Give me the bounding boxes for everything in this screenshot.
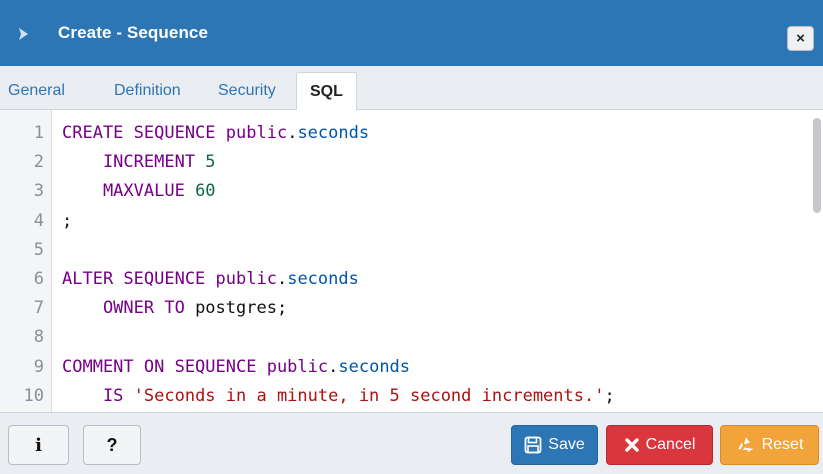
code-text: IS 'Seconds in a minute, in 5 second inc… bbox=[62, 381, 615, 411]
line-number: 10 bbox=[23, 385, 44, 406]
code-token: public bbox=[215, 269, 277, 289]
floppy-disk-icon bbox=[524, 436, 542, 454]
line-number: 6 bbox=[33, 269, 44, 289]
x-icon bbox=[624, 438, 639, 452]
close-button[interactable]: × bbox=[787, 26, 814, 51]
cancel-label: Cancel bbox=[645, 436, 696, 453]
line-number: 2 bbox=[33, 152, 44, 173]
code-text: ALTER SEQUENCE public.seconds bbox=[62, 264, 359, 294]
line-number: 4 bbox=[33, 210, 44, 231]
line-number: 5 bbox=[33, 239, 44, 260]
save-button[interactable]: Save bbox=[511, 425, 598, 465]
code-token: 'Seconds in a minute, in 5 second increm… bbox=[133, 385, 605, 406]
recycle-icon bbox=[738, 437, 754, 453]
line-number: 9 bbox=[33, 356, 44, 377]
save-label: Save bbox=[548, 436, 585, 453]
code-text: CREATE SEQUENCE public.seconds bbox=[62, 118, 369, 148]
code-token: seconds bbox=[287, 269, 359, 289]
code-token: seconds bbox=[338, 356, 411, 377]
code-token: seconds bbox=[297, 123, 370, 143]
code-token: ALTER SEQUENCE bbox=[62, 269, 216, 289]
tab-sql[interactable]: SQL bbox=[296, 72, 357, 111]
create-sequence-dialog: Create - Sequence × General Definition S… bbox=[0, 0, 823, 474]
line-number: 7 bbox=[33, 298, 44, 319]
close-icon: × bbox=[796, 30, 805, 47]
help-icon: ? bbox=[106, 434, 118, 455]
code-token: ; bbox=[62, 210, 73, 231]
code-token: OWNER TO bbox=[62, 298, 196, 319]
code-token: CREATE SEQUENCE bbox=[62, 123, 226, 143]
line-number: 1 bbox=[33, 123, 44, 143]
code-text: COMMENT ON SEQUENCE public.seconds bbox=[62, 352, 410, 382]
line-number: 3 bbox=[33, 181, 44, 202]
code-token: COMMENT ON SEQUENCE bbox=[62, 356, 267, 377]
reset-label: Reset bbox=[761, 436, 804, 453]
code-token: . bbox=[287, 123, 298, 143]
code-text: MAXVALUE 60 bbox=[62, 176, 216, 206]
reset-button[interactable]: Reset bbox=[720, 425, 819, 465]
line-number: 8 bbox=[33, 327, 44, 348]
tab-general[interactable]: General bbox=[8, 72, 65, 110]
dialog-footer: i ? Save Cancel Reset bbox=[0, 412, 823, 474]
code-text: INCREMENT 5 bbox=[62, 147, 216, 177]
code-text: OWNER TO postgres; bbox=[62, 293, 287, 323]
help-button[interactable]: ? bbox=[83, 425, 141, 465]
code-token: public bbox=[266, 356, 329, 377]
sql-code-editor[interactable]: 1 CREATE SEQUENCE public.seconds 2 INCREME… bbox=[0, 110, 823, 412]
info-button[interactable]: i bbox=[8, 425, 69, 465]
code-token: 5 bbox=[205, 152, 216, 173]
code-token: INCREMENT bbox=[62, 152, 206, 173]
info-icon: i bbox=[35, 434, 42, 456]
code-token: IS bbox=[62, 385, 134, 406]
dialog-title: Create - Sequence bbox=[58, 23, 209, 42]
tab-security[interactable]: Security bbox=[218, 72, 276, 110]
code-token: MAXVALUE bbox=[62, 181, 196, 202]
tab-bar: General Definition Security SQL bbox=[0, 66, 823, 111]
code-token: . bbox=[276, 269, 288, 289]
code-text: ; bbox=[62, 206, 72, 236]
code-token: ; bbox=[604, 385, 615, 406]
code-token: public bbox=[225, 123, 288, 143]
tab-definition[interactable]: Definition bbox=[114, 72, 181, 110]
cancel-button[interactable]: Cancel bbox=[606, 425, 713, 465]
editor-scrollbar[interactable] bbox=[813, 118, 821, 213]
code-token: 60 bbox=[195, 181, 216, 202]
code-token: . bbox=[328, 356, 339, 377]
code-token: postgres; bbox=[195, 298, 288, 319]
dialog-header: Create - Sequence × bbox=[0, 0, 823, 66]
chevron-right-icon bbox=[19, 28, 28, 40]
